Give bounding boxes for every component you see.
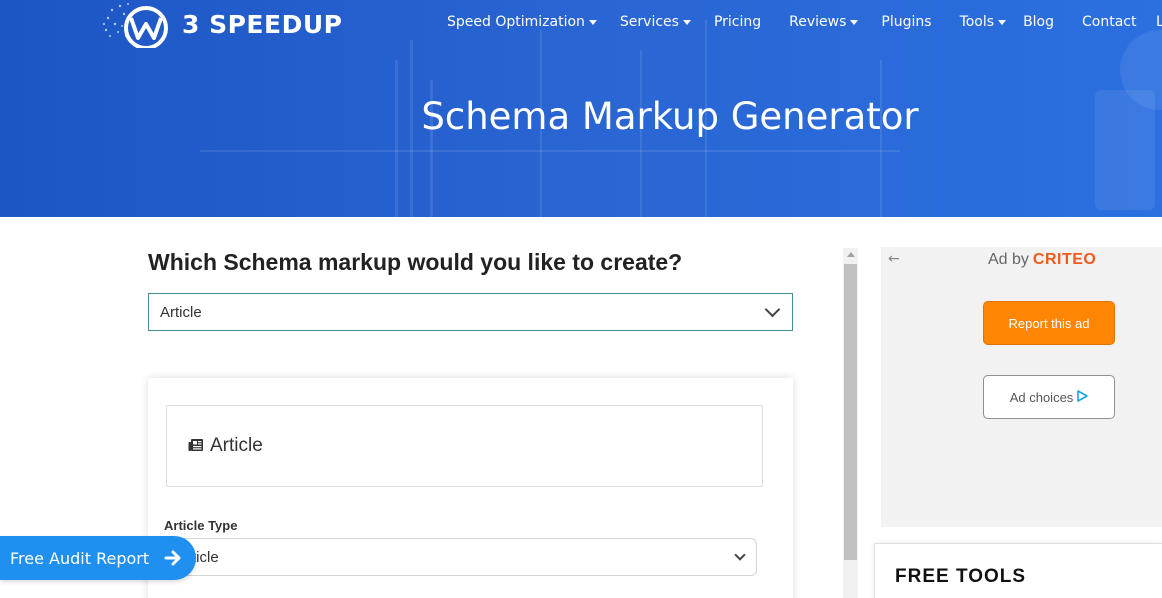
ad-by-text: Ad by xyxy=(988,251,1029,268)
nav-label: Tools xyxy=(959,14,995,30)
schema-type-select[interactable]: Article xyxy=(148,293,793,331)
audit-label: Free Audit Report xyxy=(10,548,150,568)
ad-attribution: Ad by CRITEO xyxy=(988,251,1096,269)
caret-down-icon xyxy=(998,19,1007,25)
decor-line xyxy=(395,60,398,217)
free-audit-button[interactable]: Free Audit Report xyxy=(0,536,196,580)
page: 3 SPEEDUP Speed Optimization Services Pr… xyxy=(0,0,1162,598)
card-title: Article xyxy=(210,435,263,456)
report-ad-label: Report this ad xyxy=(1008,315,1090,331)
ad-choices-button[interactable]: Ad choices xyxy=(983,375,1115,419)
caret-down-icon xyxy=(850,19,859,25)
nav-reviews[interactable]: Reviews xyxy=(789,14,859,30)
nav-speed-optimization[interactable]: Speed Optimization xyxy=(447,14,597,30)
ad-panel: ← Ad by CRITEO Report this ad Ad choices xyxy=(881,247,1162,527)
nav-label: Contact xyxy=(1082,14,1137,30)
nav-pricing[interactable]: Pricing xyxy=(714,14,761,30)
card-header: Article xyxy=(166,405,763,487)
scroll-up-icon[interactable] xyxy=(847,252,855,257)
page-title: Schema Markup Generator xyxy=(421,95,919,138)
schema-type-value: Article xyxy=(160,303,202,321)
free-tools-widget: FREE TOOLS xyxy=(874,543,1162,598)
site-logo[interactable]: 3 SPEEDUP xyxy=(100,0,343,50)
arrow-left-icon[interactable]: ← xyxy=(888,251,900,267)
nav-services[interactable]: Services xyxy=(620,14,691,30)
article-type-select[interactable]: Article xyxy=(164,538,757,576)
hero-header: 3 SPEEDUP Speed Optimization Services Pr… xyxy=(0,0,1162,217)
nav-label: Reviews xyxy=(789,14,847,30)
content-scrollbar[interactable] xyxy=(843,248,858,598)
criteo-logo: CRITEO xyxy=(1032,251,1097,268)
arrow-right-icon xyxy=(164,549,182,567)
nav-label: Services xyxy=(619,14,679,30)
decor-panel xyxy=(1095,90,1155,210)
decor-line xyxy=(880,60,882,217)
main-nav: Speed Optimization Services Pricing Revi… xyxy=(447,0,1159,44)
caret-down-icon xyxy=(682,19,691,25)
nav-tools[interactable]: Tools xyxy=(960,14,1007,30)
free-tools-title: FREE TOOLS xyxy=(895,566,1027,587)
article-type-label: Article Type xyxy=(164,518,238,533)
nav-blog[interactable]: Blog xyxy=(1023,14,1054,30)
nav-label: Plugins xyxy=(881,14,932,30)
chevron-down-icon xyxy=(764,301,781,318)
nav-item-cut[interactable]: L xyxy=(1156,14,1162,30)
ad-choices-label: Ad choices xyxy=(1009,389,1074,405)
logo-mark-icon xyxy=(100,0,180,50)
newspaper-icon xyxy=(188,437,204,456)
schema-question: Which Schema markup would you like to cr… xyxy=(148,249,683,275)
schema-form-card: Article Article Type Article xyxy=(148,378,793,598)
nav-plugins[interactable]: Plugins xyxy=(881,14,931,30)
decor-line xyxy=(200,150,900,152)
logo-text: 3 SPEEDUP xyxy=(182,9,343,39)
nav-label: Speed Optimization xyxy=(447,14,585,30)
report-ad-button[interactable]: Report this ad xyxy=(983,301,1115,345)
caret-down-icon xyxy=(588,19,597,25)
scroll-thumb[interactable] xyxy=(844,264,857,560)
nav-label: Pricing xyxy=(713,14,762,30)
nav-contact[interactable]: Contact xyxy=(1082,14,1136,30)
nav-label: Blog xyxy=(1023,14,1055,30)
adchoices-icon xyxy=(1076,389,1089,405)
chevron-down-icon xyxy=(734,549,746,561)
